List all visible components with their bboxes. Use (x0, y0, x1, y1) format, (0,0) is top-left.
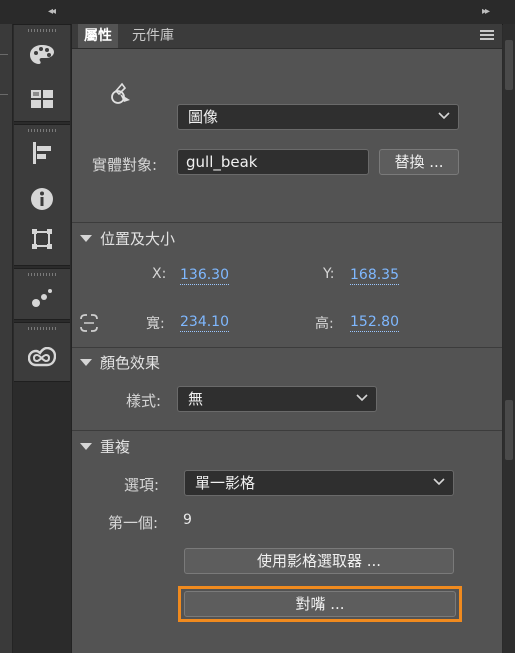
disclosure-triangle-icon (80, 443, 92, 450)
scrollbar-thumb[interactable] (505, 400, 513, 460)
lip-sync-button[interactable]: 對嘴 ... (184, 591, 456, 617)
x-value[interactable]: 136.30 (180, 266, 229, 285)
scrollbar-thumb[interactable] (505, 40, 513, 90)
align-icon[interactable] (28, 139, 56, 167)
loop-title: 重複 (100, 438, 131, 456)
expand-right-icon[interactable]: ▸▸ (482, 6, 490, 17)
grip-handle[interactable] (28, 129, 56, 132)
width-label: 寬: (146, 316, 165, 332)
motion-presets-icon[interactable] (28, 283, 56, 311)
left-edge-strip (0, 24, 13, 653)
paint-palette-icon[interactable] (28, 41, 56, 69)
tab-library[interactable]: 元件庫 (126, 24, 180, 48)
scrollbar-track[interactable] (503, 24, 515, 653)
color-style-dropdown[interactable]: 無 (177, 386, 377, 412)
color-effect-header[interactable]: 顏色效果 (80, 352, 160, 373)
x-label: X: (152, 266, 167, 282)
first-frame-value[interactable]: 9 (183, 512, 192, 528)
chevron-down-icon (438, 112, 450, 120)
creative-cloud-icon[interactable] (28, 343, 56, 371)
color-style-value: 無 (188, 390, 204, 408)
chevron-down-icon (433, 478, 445, 486)
y-label: Y: (323, 266, 335, 282)
instance-name-field[interactable]: gull_beak (177, 149, 369, 175)
disclosure-triangle-icon (80, 359, 92, 366)
grip-handle[interactable] (28, 273, 56, 276)
loop-options-dropdown[interactable]: 單一影格 (184, 470, 454, 496)
symbol-type-dropdown[interactable]: 圖像 (177, 104, 459, 130)
loop-header[interactable]: 重複 (80, 436, 130, 457)
instance-label: 實體對象: (92, 156, 158, 174)
loop-options-value: 單一影格 (195, 474, 256, 492)
chevron-down-icon (356, 394, 368, 402)
grip-handle[interactable] (28, 327, 56, 330)
link-constraint-icon[interactable] (78, 313, 100, 337)
options-label: 選項: (124, 476, 160, 494)
transform-icon[interactable] (28, 225, 56, 253)
disclosure-triangle-icon (80, 235, 92, 242)
divider (72, 222, 502, 223)
tool-group-3 (14, 268, 70, 320)
style-label: 樣式: (126, 392, 162, 410)
symbol-type-value: 圖像 (188, 108, 219, 126)
top-bar: ◂◂ ▸▸ (0, 0, 515, 25)
panel-menu-icon[interactable] (480, 30, 494, 42)
position-size-header[interactable]: 位置及大小 (80, 228, 175, 249)
tool-group-1 (14, 24, 70, 122)
tab-properties[interactable]: 屬性 (78, 24, 118, 48)
graphic-symbol-icon (110, 82, 136, 112)
height-label: 高: (315, 316, 334, 332)
properties-panel: 屬性 元件庫 圖像 實體對象: gull_beak 替換 ... 位置及大小 X… (71, 24, 502, 653)
y-value[interactable]: 168.35 (350, 266, 399, 285)
tool-group-4 (14, 322, 70, 382)
divider (72, 430, 502, 431)
width-value[interactable]: 234.10 (180, 313, 229, 332)
panel-tab-bar: 屬性 元件庫 (72, 24, 502, 49)
collapse-left-icon[interactable]: ◂◂ (48, 6, 56, 17)
color-effect-title: 顏色效果 (100, 354, 161, 372)
tool-group-2 (14, 124, 70, 266)
strip-mark (0, 54, 8, 55)
grip-handle[interactable] (28, 29, 56, 32)
frame-picker-button[interactable]: 使用影格選取器 ... (184, 548, 454, 574)
swap-button[interactable]: 替換 ... (379, 149, 459, 175)
height-value[interactable]: 152.80 (350, 313, 399, 332)
divider (72, 347, 502, 348)
info-icon[interactable] (28, 185, 56, 213)
first-frame-label: 第一個: (108, 514, 159, 532)
position-size-title: 位置及大小 (100, 230, 176, 248)
swatches-icon[interactable] (28, 85, 56, 113)
tool-strip (14, 24, 70, 653)
strip-mark (0, 94, 8, 95)
